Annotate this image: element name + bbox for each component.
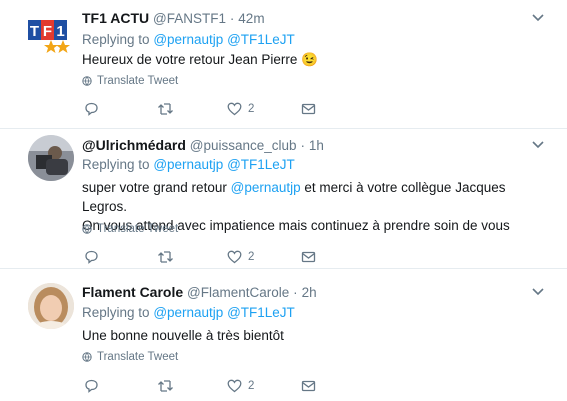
- chevron-down-icon[interactable]: [531, 13, 545, 23]
- tweet-time[interactable]: 42m: [238, 11, 264, 26]
- separator-dot: ·: [300, 138, 305, 153]
- tweet-text-line: super votre grand retour @pernautjp et m…: [82, 178, 552, 216]
- tf1-logo-icon: T F 1: [28, 20, 70, 53]
- translate-label[interactable]: Translate Tweet: [97, 223, 178, 235]
- globe-icon: [82, 224, 92, 234]
- mention-link[interactable]: @TF1LeJT: [227, 157, 295, 172]
- avatar[interactable]: [28, 283, 74, 329]
- translate-label[interactable]: Translate Tweet: [97, 351, 178, 363]
- mention-link[interactable]: @TF1LeJT: [227, 305, 295, 320]
- reply-icon: [85, 379, 98, 393]
- reply-button[interactable]: [84, 379, 99, 393]
- tweet-item[interactable]: Flament Carole @FlamentCarole · 2h Reply…: [0, 269, 567, 401]
- heart-icon: [227, 379, 242, 393]
- like-button[interactable]: 2: [227, 379, 254, 393]
- wink-emoji: 😉: [301, 52, 318, 67]
- svg-text:1: 1: [56, 23, 64, 40]
- author-name[interactable]: @Ulrichmédard: [82, 137, 186, 153]
- like-button[interactable]: 2: [227, 250, 254, 264]
- separator-dot: ·: [293, 285, 298, 300]
- separator-dot: ·: [229, 11, 235, 26]
- retweet-icon: [158, 251, 173, 263]
- author-name[interactable]: TF1 ACTU: [82, 10, 149, 26]
- reply-button[interactable]: [84, 250, 99, 264]
- retweet-button[interactable]: [157, 102, 174, 116]
- reply-icon: [85, 102, 98, 116]
- translate-tweet[interactable]: Translate Tweet: [82, 75, 178, 87]
- translate-label[interactable]: Translate Tweet: [97, 75, 178, 87]
- like-count: 2: [248, 251, 255, 263]
- retweet-button[interactable]: [157, 250, 174, 264]
- retweet-icon: [158, 103, 173, 115]
- mention-link[interactable]: @pernautjp: [153, 305, 223, 320]
- tweet-text: Heureux de votre retour Jean Pierre 😉: [82, 50, 552, 69]
- reply-button[interactable]: [84, 102, 99, 116]
- user-photo-icon: [28, 283, 74, 329]
- chevron-down-icon[interactable]: [531, 287, 545, 297]
- direct-message-button[interactable]: [301, 102, 316, 116]
- user-photo-icon: [28, 135, 74, 181]
- tweet-text-content: Heureux de votre retour Jean Pierre: [82, 52, 298, 67]
- envelope-icon: [301, 380, 316, 392]
- translate-tweet[interactable]: Translate Tweet: [82, 351, 178, 363]
- tweet-time[interactable]: 1h: [309, 138, 324, 153]
- mention-link[interactable]: @pernautjp: [153, 157, 223, 172]
- like-count: 2: [248, 380, 255, 392]
- tweet-item[interactable]: T F 1 TF1 ACTU @FANSTF1 · 42m Replying t…: [0, 0, 567, 129]
- translate-tweet[interactable]: Translate Tweet: [82, 223, 178, 235]
- envelope-icon: [301, 251, 316, 263]
- chevron-down-icon[interactable]: [531, 140, 545, 150]
- avatar[interactable]: T F 1: [28, 10, 74, 56]
- direct-message-button[interactable]: [301, 250, 316, 264]
- author-handle[interactable]: @puissance_club: [190, 138, 297, 153]
- mention-link[interactable]: @pernautjp: [153, 32, 223, 47]
- tweet-text: Une bonne nouvelle à très bientôt: [82, 328, 284, 343]
- svg-text:F: F: [43, 23, 52, 40]
- globe-icon: [82, 76, 92, 86]
- envelope-icon: [301, 103, 316, 115]
- retweet-icon: [158, 380, 173, 392]
- author-handle[interactable]: @FlamentCarole: [187, 285, 289, 300]
- tweet-item[interactable]: @Ulrichmédard @puissance_club · 1h Reply…: [0, 129, 567, 269]
- mention-link[interactable]: @pernautjp: [231, 180, 301, 195]
- direct-message-button[interactable]: [301, 379, 316, 393]
- heart-icon: [227, 102, 242, 116]
- tweet-time[interactable]: 2h: [302, 285, 317, 300]
- tweet-text-content: super votre grand retour: [82, 180, 227, 195]
- author-name[interactable]: Flament Carole: [82, 284, 183, 300]
- retweet-button[interactable]: [157, 379, 174, 393]
- heart-icon: [227, 250, 242, 264]
- replying-label: Replying to: [82, 157, 150, 172]
- reply-icon: [85, 250, 98, 264]
- svg-text:T: T: [30, 23, 39, 40]
- replying-label: Replying to: [82, 32, 150, 47]
- mention-link[interactable]: @TF1LeJT: [227, 32, 295, 47]
- author-handle[interactable]: @FANSTF1: [153, 11, 226, 26]
- replying-label: Replying to: [82, 305, 150, 320]
- globe-icon: [82, 352, 92, 362]
- avatar[interactable]: [28, 135, 74, 181]
- like-button[interactable]: 2: [227, 102, 254, 116]
- like-count: 2: [248, 103, 255, 115]
